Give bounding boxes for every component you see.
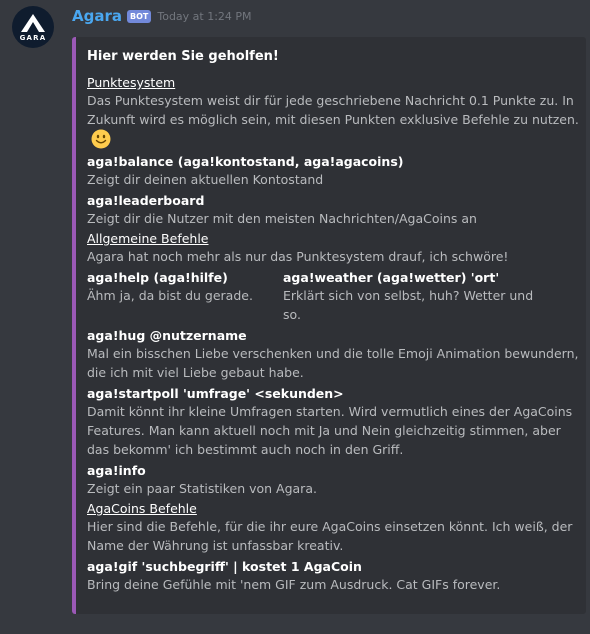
agara-logo-icon	[21, 13, 45, 32]
message-header: Agara BOT Today at 1:24 PM	[72, 7, 252, 25]
slightly-smiling-face-icon	[91, 129, 111, 149]
inline-fields-row: aga!help (aga!hilfe) Ähm ja, da bist du …	[87, 266, 580, 324]
command-hug: aga!hug @nutzername	[87, 328, 247, 343]
section-heading-punktesystem: Punktesystem	[87, 75, 176, 90]
section-heading-allgemeine-befehle: Allgemeine Befehle	[87, 231, 209, 246]
avatar[interactable]: GARA	[12, 6, 54, 48]
allgemeine-befehle-description: Agara hat noch mehr als nur das Punktesy…	[87, 249, 509, 264]
command-leaderboard-description: Zeigt dir die Nutzer mit den meisten Nac…	[87, 211, 477, 226]
bot-tag: BOT	[127, 9, 152, 23]
command-info-description: Zeigt ein paar Statistiken von Agara.	[87, 481, 317, 496]
command-startpoll-description: Damit könnt ihr kleine Umfragen starten.…	[87, 404, 573, 457]
command-help-description: Ähm ja, da bist du gerade.	[87, 288, 253, 303]
punktesystem-description: Das Punktesystem weist dir für jede gesc…	[87, 91, 580, 150]
timestamp: Today at 1:24 PM	[157, 9, 252, 23]
command-help: aga!help (aga!hilfe)	[87, 270, 228, 285]
command-gif: aga!gif 'suchbegriff' | kostet 1 AgaCoin	[87, 559, 362, 574]
command-info: aga!info	[87, 463, 146, 478]
command-gif-description: Bring deine Gefühle mit 'nem GIF zum Aus…	[87, 577, 501, 592]
embed-accent-bar	[72, 37, 76, 614]
embed-title: Hier werden Sie geholfen!	[87, 49, 279, 64]
embed-body: Hier werden Sie geholfen! Punktesystem D…	[87, 49, 580, 594]
command-balance: aga!balance (aga!kontostand, aga!agacoin…	[87, 154, 404, 169]
embed: Hier werden Sie geholfen! Punktesystem D…	[72, 37, 586, 614]
command-startpoll: aga!startpoll 'umfrage' <sekunden>	[87, 386, 344, 401]
username[interactable]: Agara	[72, 7, 122, 25]
command-hug-description: Mal ein bisschen Liebe verschenken und d…	[87, 346, 579, 380]
command-weather-description: Erklärt sich von selbst, huh? Wetter und…	[283, 288, 534, 322]
agacoins-befehle-description: Hier sind die Befehle, für die ihr eure …	[87, 519, 573, 553]
command-weather: aga!weather (aga!wetter) 'ort'	[283, 270, 500, 285]
command-balance-description: Zeigt dir deinen aktuellen Kontostand	[87, 172, 324, 187]
command-leaderboard: aga!leaderboard	[87, 193, 205, 208]
avatar-logo-text: GARA	[19, 33, 47, 42]
section-heading-agacoins-befehle: AgaCoins Befehle	[87, 501, 197, 516]
